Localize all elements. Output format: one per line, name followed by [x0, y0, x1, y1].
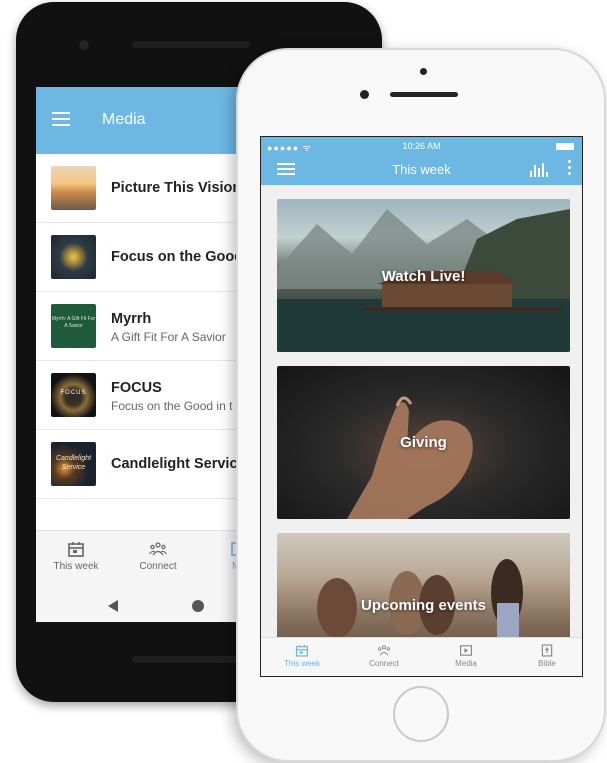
tab-label: Media: [455, 659, 477, 668]
media-icon: [459, 645, 473, 656]
media-thumbnail: Candlelight Service: [51, 442, 96, 486]
people-icon: [149, 542, 167, 556]
front-camera: [360, 90, 369, 99]
tab-bible[interactable]: Bible: [512, 644, 582, 668]
media-thumbnail: Myrrh: A Gift Fit For A Savior: [51, 304, 96, 348]
media-thumbnail: [51, 166, 96, 210]
iphone-app-bar: ●●●●● ᯤ 10:26 AM This week: [261, 137, 582, 185]
tab-label: This week: [53, 561, 99, 572]
back-icon[interactable]: [108, 600, 118, 612]
tab-connect[interactable]: Connect: [123, 541, 193, 572]
media-list: Picture This Vision Focus on the Good My…: [36, 154, 261, 499]
page-title: Media: [102, 111, 146, 128]
card-label: Giving: [400, 434, 447, 451]
thumbnail-text: Myrrh: A Gift Fit For A Savior: [51, 316, 96, 329]
list-item-title: Focus on the Good: [111, 249, 244, 265]
earpiece-speaker: [132, 41, 250, 48]
list-item-subtitle: Focus on the Good in t: [111, 399, 233, 413]
proximity-sensor: [420, 68, 427, 75]
audio-bars-icon[interactable]: [530, 163, 548, 177]
tab-media[interactable]: Media: [431, 644, 501, 668]
people-group-image: [317, 559, 523, 643]
tab-label: This week: [283, 659, 320, 668]
list-item-subtitle: A Gift Fit For A Savior: [111, 330, 226, 344]
list-item[interactable]: FOCUS FOCUS Focus on the Good in t: [36, 361, 261, 430]
calendar-icon: [295, 645, 309, 657]
giving-card[interactable]: Giving: [277, 366, 570, 519]
list-item-title: Myrrh: [111, 311, 152, 327]
status-bar: ●●●●● ᯤ 10:26 AM: [261, 141, 582, 153]
media-thumbnail: FOCUS: [51, 373, 96, 417]
calendar-icon: [68, 542, 84, 557]
status-time: 10:26 AM: [402, 141, 441, 151]
tab-connect[interactable]: Connect: [349, 644, 419, 668]
people-icon: [378, 645, 390, 656]
watch-live-card[interactable]: Watch Live!: [277, 199, 570, 352]
android-screen: Media Picture This Vision Focus on the G…: [36, 87, 261, 622]
hamburger-menu-icon[interactable]: [52, 112, 70, 126]
home-icon[interactable]: [192, 600, 204, 612]
list-item[interactable]: Picture This Vision: [36, 154, 261, 223]
card-label: Upcoming events: [360, 597, 487, 614]
thumbnail-text: Candlelight Service: [55, 455, 92, 471]
home-button[interactable]: [393, 686, 449, 742]
front-camera: [79, 40, 89, 50]
card-label: Watch Live!: [381, 268, 466, 285]
media-thumbnail: [51, 235, 96, 279]
upcoming-events-card[interactable]: Upcoming events: [277, 533, 570, 643]
tab-this-week[interactable]: This week: [41, 541, 111, 572]
system-nav-bar: [36, 593, 261, 619]
tab-label: Connect: [139, 561, 177, 572]
list-item[interactable]: Candlelight Service Candlelight Service: [36, 430, 261, 499]
bottom-speaker: [132, 656, 250, 663]
bible-icon: [541, 644, 553, 657]
list-item[interactable]: Myrrh: A Gift Fit For A Savior Myrrh A G…: [36, 292, 261, 361]
thumbnail-text: FOCUS: [60, 390, 87, 396]
tab-label: Bible: [538, 659, 556, 668]
battery-icon: [556, 143, 574, 150]
more-options-icon[interactable]: [568, 160, 572, 178]
iphone-screen: ●●●●● ᯤ 10:26 AM This week Watch Live! G…: [260, 136, 583, 677]
navigation-bar: This week: [261, 157, 582, 183]
iphone-tab-bar: This week Connect Media Bible: [261, 637, 582, 676]
tab-this-week[interactable]: This week: [267, 644, 337, 668]
earpiece-speaker: [390, 92, 458, 97]
iphone: ●●●●● ᯤ 10:26 AM This week Watch Live! G…: [236, 48, 606, 762]
list-item-title: FOCUS: [111, 380, 162, 396]
list-item-title: Picture This Vision: [111, 180, 242, 196]
android-app-bar: Media: [36, 87, 261, 154]
tab-label: Connect: [369, 659, 399, 668]
android-bottom-nav: This week Connect Me: [36, 530, 261, 622]
list-item-title: Candlelight Service: [111, 456, 246, 472]
list-item[interactable]: Focus on the Good: [36, 223, 261, 292]
